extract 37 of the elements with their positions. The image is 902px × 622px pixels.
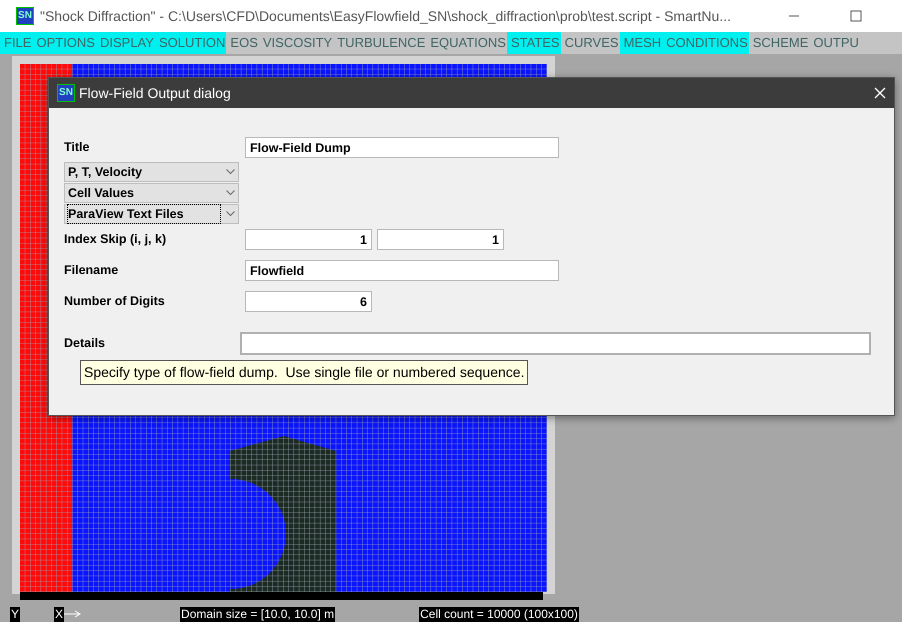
details-label: Details [64,335,106,352]
title-field[interactable]: Flow-Field Dump [245,137,559,158]
menu-item[interactable]: MESH [620,32,662,54]
chevron-icon [226,190,235,196]
menu-item[interactable]: DISPLAY [96,32,155,54]
menu-item[interactable]: SOLUTION [154,32,226,54]
menu-item[interactable]: STATES [506,32,561,54]
dialog-icon: SN [57,84,75,102]
window-title: "Shock Diffraction" - C:\Users\CFD\Documents\EasyFlowfield_SN\shock_diffraction\prob\test.script - SmartNu... [40,6,731,26]
index-skip-field[interactable]: 1 [245,229,372,250]
chevron-icon [226,211,235,217]
cell-count: Cell count = 10000 (100x100) [419,607,579,622]
tooltip: Specify type of flow-field dump. Use single file or numbered sequence. [80,360,528,385]
y-axis-label: Y [10,607,20,622]
x-axis-label: X [54,607,64,622]
menu-item[interactable]: OPTIONS [32,32,96,54]
digits-field[interactable]: 6 [245,291,372,312]
filename-label: Filename [64,262,120,280]
filename-field[interactable]: Flowfield [245,260,559,281]
index-skip-label: Index Skip (i, j, k) [64,231,168,248]
chevron-icon [226,169,235,175]
dropdown[interactable]: Cell Values [64,183,239,203]
dropdown[interactable]: P, T, Velocity [64,162,239,182]
index-skip-field[interactable]: 1 [377,229,504,250]
domain-size: Domain size = [10.0, 10.0] m [180,607,336,622]
title-label: Title [64,139,90,156]
menu-item[interactable]: FILE [0,32,32,54]
arrow-icon [64,610,82,618]
menu-item[interactable]: CURVES [560,32,620,54]
dropdown[interactable]: ParaView Text Files [64,204,239,224]
app-icon: SN [16,7,34,25]
digits-label: Number of Digits [64,293,166,310]
details-field[interactable] [240,332,871,355]
maximize-icon[interactable] [850,10,862,22]
close-icon[interactable] [874,87,886,99]
dialog-title: Flow-Field Output dialog [79,84,231,103]
menu-item[interactable]: CONDITIONS [662,32,749,54]
